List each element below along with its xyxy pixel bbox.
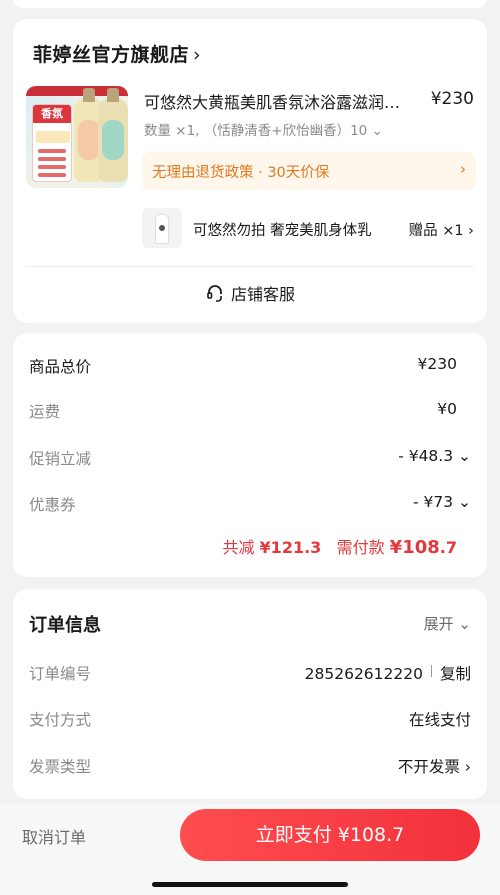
price-row-promotion[interactable]: 促销立减 - ¥48.3 ⌄	[29, 447, 471, 471]
gift-image[interactable]	[142, 208, 182, 248]
order-number-row: 订单编号 285262612220 复制	[29, 665, 471, 683]
shop-name: 菲婷丝官方旗舰店	[33, 44, 190, 66]
order-number: 285262612220	[304, 665, 423, 683]
price-row-total: 商品总价 ¥230	[29, 355, 457, 376]
copy-button[interactable]: 复制	[440, 665, 471, 683]
chevron-right-icon: ›	[193, 44, 202, 66]
home-indicator	[152, 882, 348, 887]
price-row-shipping: 运费 ¥0	[29, 400, 457, 421]
chevron-right-icon: ›	[460, 160, 466, 178]
product-image-tag: 香氛	[32, 104, 72, 182]
pay-now-button[interactable]: 立即支付 ¥108.7	[180, 809, 480, 861]
invoice-type-row[interactable]: 发票类型 不开发票 ›	[29, 755, 471, 779]
divider	[26, 266, 474, 267]
expand-button[interactable]: 展开 ⌄	[424, 613, 471, 634]
product-image[interactable]: 香氛	[26, 86, 128, 188]
shop-card: 菲婷丝官方旗舰店 › 香氛 可悠然大黄瓶美肌香氛沐浴露滋润留香 ¥230 数量 ×…	[13, 19, 487, 323]
shop-name-link[interactable]: 菲婷丝官方旗舰店 ›	[33, 40, 201, 67]
gift-tag[interactable]: 赠品 ×1 ›	[409, 219, 474, 240]
policy-banner[interactable]: 无理由退货政策 · 30天价保 ›	[142, 152, 476, 190]
store-service-label: 店铺客服	[230, 285, 295, 304]
bottle-green	[98, 88, 128, 182]
cancel-order-button[interactable]: 取消订单	[22, 824, 86, 848]
gift-name[interactable]: 可悠然勿拍 奢宠美肌身体乳	[193, 219, 372, 240]
previous-card-edge	[13, 0, 487, 8]
product-title[interactable]: 可悠然大黄瓶美肌香氛沐浴露滋润留香	[144, 89, 414, 113]
product-spec[interactable]: 数量 ×1, （恬静清香+欣怡幽香）10 ⌄	[144, 119, 383, 139]
price-row-coupon[interactable]: 优惠券 - ¥73 ⌄	[29, 493, 471, 517]
payment-method-row: 支付方式 在线支付	[29, 711, 471, 729]
store-service-button[interactable]: 店铺客服	[13, 281, 487, 305]
price-detail-card: 商品总价 ¥230 运费 ¥0 促销立减 - ¥48.3 ⌄ 优惠券 - ¥73…	[13, 333, 487, 577]
bottom-action-bar: 取消订单 立即支付 ¥108.7	[0, 804, 500, 895]
order-info-card: 订单信息 展开 ⌄ 订单编号 285262612220 复制 支付方式 在线支付 …	[13, 589, 487, 799]
order-info-title: 订单信息	[29, 615, 101, 636]
policy-text: 无理由退货政策 · 30天价保	[152, 165, 330, 181]
product-price: ¥230	[430, 89, 474, 109]
price-summary: 共减 ¥121.3 需付款 ¥108.7	[222, 537, 457, 558]
headset-icon	[205, 283, 225, 303]
